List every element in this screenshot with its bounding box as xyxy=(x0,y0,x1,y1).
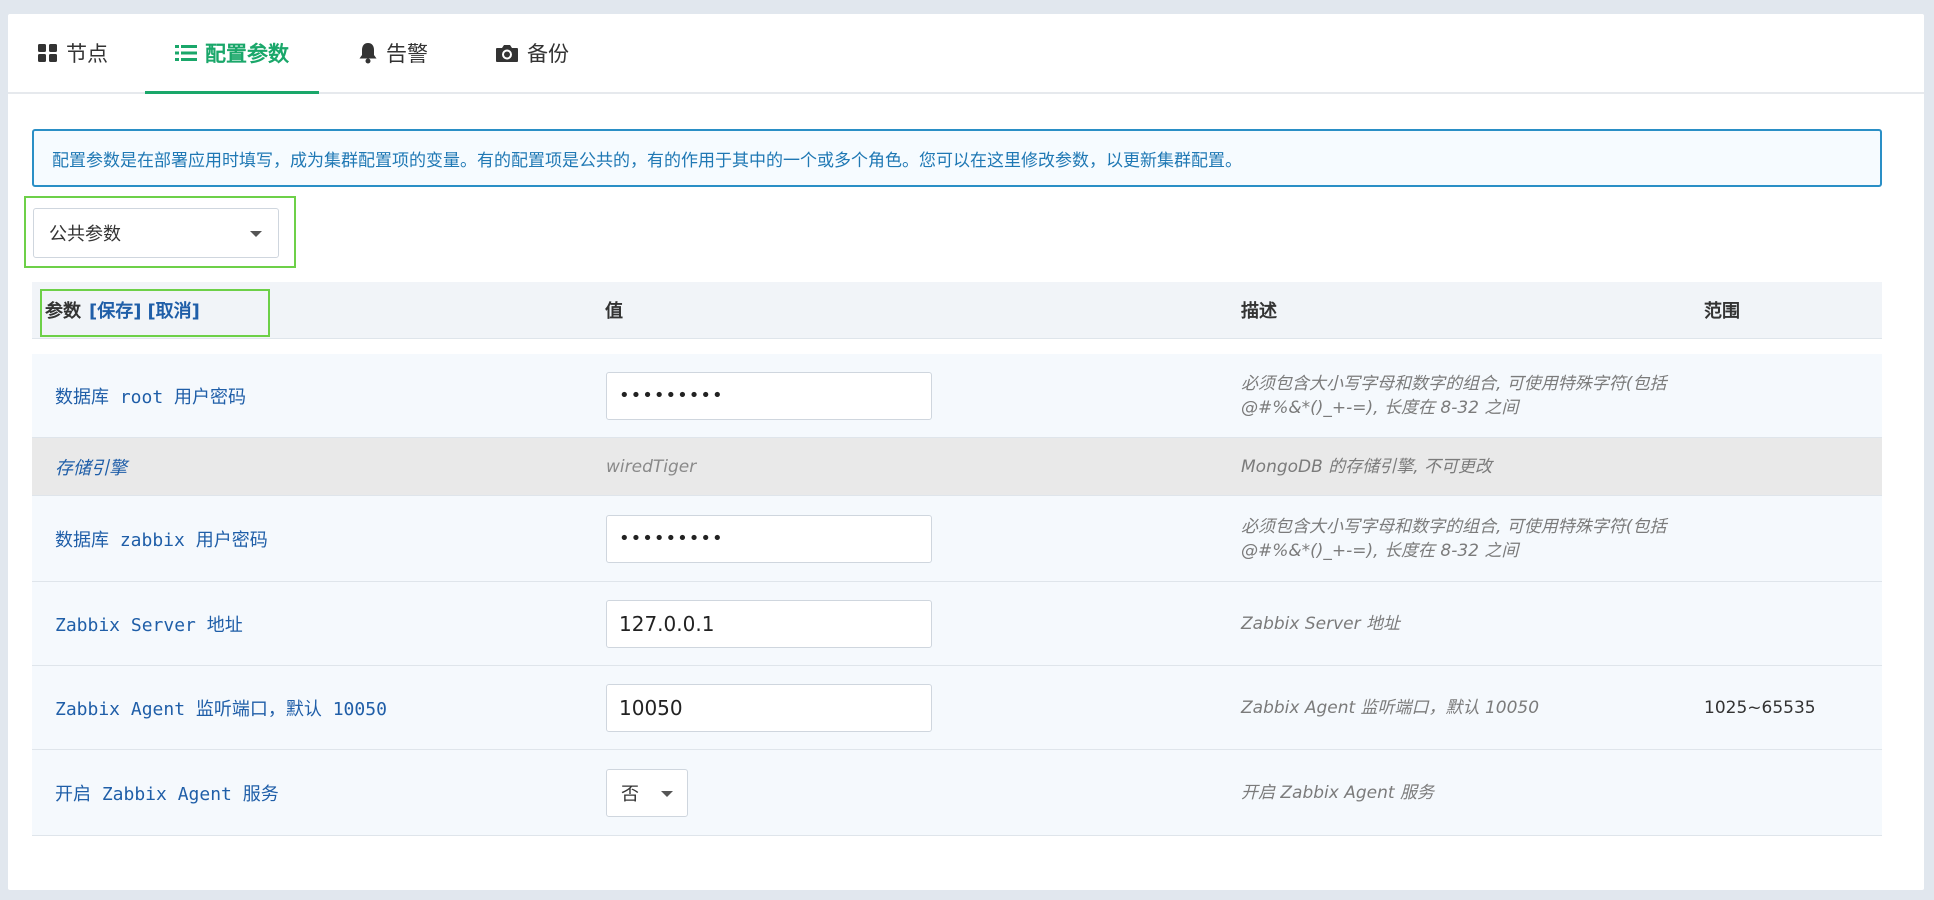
zabbix-password-input[interactable]: ••••••••• xyxy=(606,514,932,563)
caret-down-icon xyxy=(661,790,673,797)
agent-enable-value: 否 xyxy=(621,783,639,805)
param-desc: Zabbix Agent 监听端口，默认 10050 xyxy=(1241,697,1540,718)
notice-text: 配置参数是在部署应用时填写，成为集群配置项的变量。有的配置项是公共的，有的作用于… xyxy=(52,150,1242,171)
param-name: 存储引擎 xyxy=(55,457,127,479)
param-name: Zabbix Server 地址 xyxy=(55,614,243,636)
table-row: 存储引擎 wiredTiger MongoDB 的存储引擎, 不可更改 xyxy=(32,438,1882,496)
tab-nodes[interactable]: 节点 xyxy=(38,14,108,92)
tab-config-params[interactable]: 配置参数 xyxy=(145,14,319,94)
table-row: Zabbix Server 地址 127.0.0.1 Zabbix Server… xyxy=(32,582,1882,666)
table-row: 数据库 root 用户密码 ••••••••• 必须包含大小写字母和数字的组合,… xyxy=(32,354,1882,438)
caret-down-icon xyxy=(250,231,262,237)
tab-bar: 节点 配置参数 告警 备份 xyxy=(8,14,1924,94)
param-name: 开启 Zabbix Agent 服务 xyxy=(55,783,279,805)
param-name: Zabbix Agent 监听端口，默认 10050 xyxy=(55,698,387,720)
tab-label: 告警 xyxy=(386,42,428,66)
zabbix-server-input[interactable]: 127.0.0.1 xyxy=(606,599,932,648)
list-icon xyxy=(175,43,197,63)
param-name: 数据库 root 用户密码 xyxy=(55,386,247,408)
table-row: 数据库 zabbix 用户密码 ••••••••• 必须包含大小写字母和数字的组… xyxy=(32,496,1882,582)
scope-select[interactable]: 公共参数 xyxy=(33,208,279,258)
root-password-input[interactable]: ••••••••• xyxy=(606,371,932,420)
tab-alerts[interactable]: 告警 xyxy=(358,14,428,92)
table-row: Zabbix Agent 监听端口，默认 10050 10050 Zabbix … xyxy=(32,666,1882,750)
param-desc: 开启 Zabbix Agent 服务 xyxy=(1241,782,1434,803)
bell-icon xyxy=(358,42,378,64)
header-range: 范围 xyxy=(1704,301,1740,322)
tab-backup[interactable]: 备份 xyxy=(495,14,569,92)
header-desc: 描述 xyxy=(1241,301,1277,322)
camera-icon xyxy=(495,43,519,63)
tab-label: 配置参数 xyxy=(205,42,289,66)
param-desc: 必须包含大小写字母和数字的组合, 可使用特殊字符(包括 @#%&*()_+-=)… xyxy=(1241,373,1667,418)
grid-icon xyxy=(38,43,58,63)
tab-label: 备份 xyxy=(527,42,569,66)
header-value: 值 xyxy=(605,301,623,322)
info-notice: 配置参数是在部署应用时填写，成为集群配置项的变量。有的配置项是公共的，有的作用于… xyxy=(32,129,1882,187)
param-desc: MongoDB 的存储引擎, 不可更改 xyxy=(1241,456,1492,477)
tab-label: 节点 xyxy=(66,42,108,66)
param-desc: Zabbix Server 地址 xyxy=(1241,613,1400,634)
param-name: 数据库 zabbix 用户密码 xyxy=(55,529,268,551)
storage-engine-value: wiredTiger xyxy=(606,456,697,477)
param-range: 1025~65535 xyxy=(1704,697,1816,718)
table-header: 参数 [保存] [取消] 值 描述 范围 xyxy=(32,282,1882,339)
header-actions-highlight xyxy=(40,289,270,337)
param-desc: 必须包含大小写字母和数字的组合, 可使用特殊字符(包括 @#%&*()_+-=)… xyxy=(1241,516,1667,561)
agent-enable-select[interactable]: 否 xyxy=(606,768,688,817)
scope-select-value: 公共参数 xyxy=(49,224,121,245)
agent-port-input[interactable]: 10050 xyxy=(606,683,932,732)
table-row: 开启 Zabbix Agent 服务 否 开启 Zabbix Agent 服务 xyxy=(32,750,1882,836)
